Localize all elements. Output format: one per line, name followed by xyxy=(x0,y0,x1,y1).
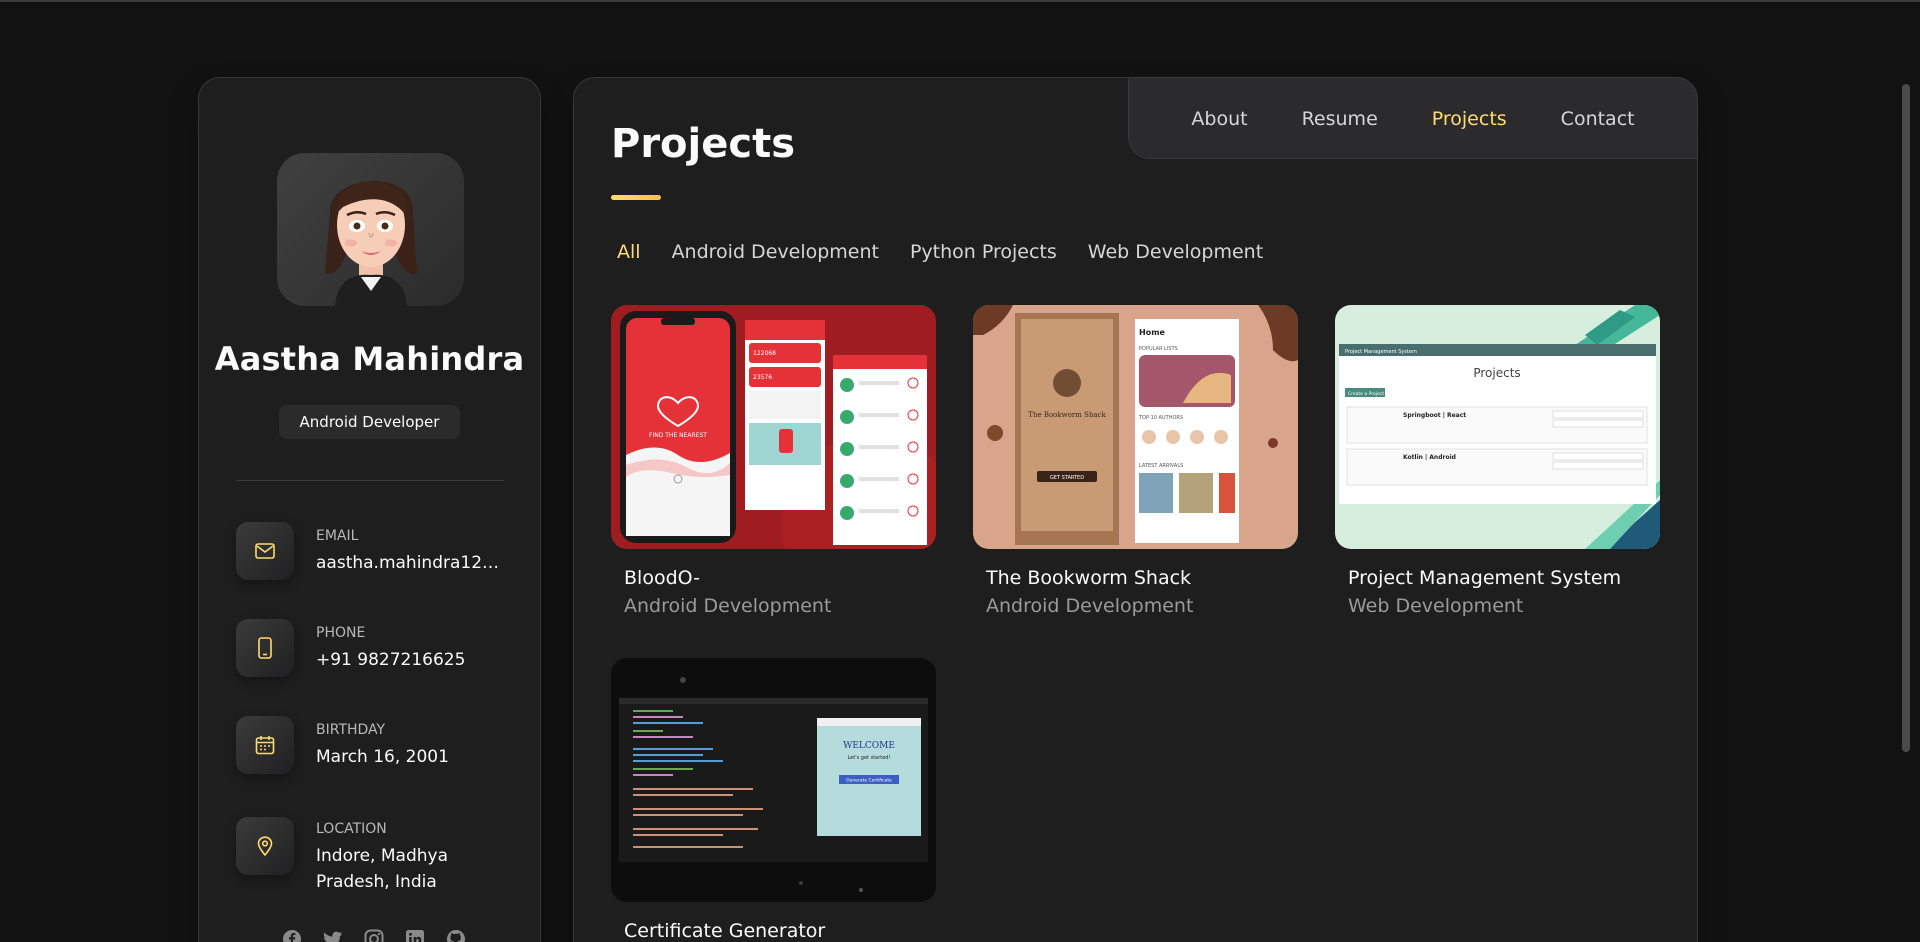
project-title[interactable]: BloodO- xyxy=(624,567,700,589)
contact-label: Location xyxy=(316,821,387,837)
contact-label: Phone xyxy=(316,625,366,641)
filter-all[interactable]: All xyxy=(617,241,641,263)
nav-projects[interactable]: Projects xyxy=(1432,108,1507,130)
social-links xyxy=(281,928,466,942)
pms-create-text: Create a Project xyxy=(1348,391,1384,397)
facebook-icon[interactable] xyxy=(281,928,302,942)
pms-row1-text: Springboot | React xyxy=(1403,412,1466,419)
sidebar-separator xyxy=(236,480,504,481)
bookworm-button-text: GET STARTED xyxy=(1050,475,1084,481)
project-card-bloodo[interactable]: FIND THE NEAREST 122068 23576 BloodO- An… xyxy=(611,305,936,617)
email-link[interactable]: aastha.mahindra125... xyxy=(316,550,506,576)
contact-email: Email aastha.mahindra125... xyxy=(236,522,526,592)
project-card-bookworm-shack[interactable]: The Bookworm Shack GET STARTED Home POPU… xyxy=(973,305,1298,617)
linkedin-icon[interactable] xyxy=(404,928,425,942)
bloodo-find-text: FIND THE NEAREST xyxy=(649,432,707,439)
project-thumbnail[interactable]: Project Management System Projects Creat… xyxy=(1335,305,1660,549)
project-category: Web Development xyxy=(1348,595,1524,617)
project-category: Android Development xyxy=(624,595,832,617)
bookworm-popular-text: POPULAR LISTS xyxy=(1139,346,1178,352)
project-title[interactable]: Project Management System xyxy=(1348,567,1621,589)
page-scrollbar-thumb[interactable] xyxy=(1902,84,1910,752)
location-value: Indore, Madhya Pradesh, India xyxy=(316,846,448,892)
window-top-border xyxy=(0,0,1920,2)
filter-python-projects[interactable]: Python Projects xyxy=(910,241,1057,263)
title-underline xyxy=(611,195,661,200)
calendar-icon xyxy=(236,716,294,774)
cert-sub-text: Let's get started! xyxy=(847,755,890,761)
contact-phone: Phone +91 9827216625 xyxy=(236,619,526,689)
birthday-value: March 16, 2001 xyxy=(316,747,449,767)
profile-name: Aastha Mahindra xyxy=(214,340,525,378)
nav-about[interactable]: About xyxy=(1191,108,1247,130)
bloodo-number-2: 23576 xyxy=(753,374,772,381)
project-category: Android Development xyxy=(986,595,1194,617)
bloodo-number-1: 122068 xyxy=(753,350,776,357)
profile-title-badge: Android Developer xyxy=(279,405,460,439)
project-card-certificate-generator[interactable]: WELCOME Let's get started! Generate Cert… xyxy=(611,658,936,942)
bookworm-top-text: TOP 10 AUTHORS xyxy=(1138,415,1183,421)
project-title[interactable]: The Bookworm Shack xyxy=(986,567,1191,589)
cert-button-text: Generate Certificate xyxy=(846,778,892,784)
phone-icon xyxy=(236,619,294,677)
github-icon[interactable] xyxy=(445,928,466,942)
project-thumbnail[interactable]: WELCOME Let's get started! Generate Cert… xyxy=(611,658,936,902)
bookworm-home-text: Home xyxy=(1139,328,1166,337)
main-panel: About Resume Projects Contact Projects A… xyxy=(573,77,1698,942)
profile-sidebar: Aastha Mahindra Android Developer Email … xyxy=(198,77,541,942)
bookworm-shop-text: The Bookworm Shack xyxy=(1028,411,1106,419)
avatar xyxy=(277,153,464,306)
phone-link[interactable]: +91 9827216625 xyxy=(316,647,506,673)
pms-header-text: Project Management System xyxy=(1345,349,1417,355)
filter-android-development[interactable]: Android Development xyxy=(672,241,879,263)
top-navbar: About Resume Projects Contact xyxy=(1128,77,1698,159)
mail-icon xyxy=(236,522,294,580)
nav-resume[interactable]: Resume xyxy=(1302,108,1378,130)
project-filter-bar: All Android Development Python Projects … xyxy=(617,241,1263,263)
bookworm-latest-text: LATEST ARRIVALS xyxy=(1139,463,1183,469)
project-card-project-management-system[interactable]: Project Management System Projects Creat… xyxy=(1335,305,1660,617)
contact-label: Birthday xyxy=(316,722,386,738)
filter-web-development[interactable]: Web Development xyxy=(1088,241,1263,263)
location-pin-icon xyxy=(236,817,294,875)
instagram-icon[interactable] xyxy=(363,928,384,942)
twitter-icon[interactable] xyxy=(322,928,343,942)
project-thumbnail[interactable]: The Bookworm Shack GET STARTED Home POPU… xyxy=(973,305,1298,549)
bitmoji-avatar xyxy=(325,181,417,306)
cert-welcome-text: WELCOME xyxy=(843,741,895,751)
project-thumbnail[interactable]: FIND THE NEAREST 122068 23576 xyxy=(611,305,936,549)
contact-birthday: Birthday March 16, 2001 xyxy=(236,716,526,786)
pms-row2-text: Kotlin | Android xyxy=(1403,454,1456,461)
project-title[interactable]: Certificate Generator xyxy=(624,920,825,942)
contact-location: Location Indore, Madhya Pradesh, India xyxy=(236,815,526,892)
pms-title-text: Projects xyxy=(1473,366,1520,380)
page-title: Projects xyxy=(611,121,796,167)
nav-contact[interactable]: Contact xyxy=(1561,108,1635,130)
contact-label: Email xyxy=(316,528,359,544)
